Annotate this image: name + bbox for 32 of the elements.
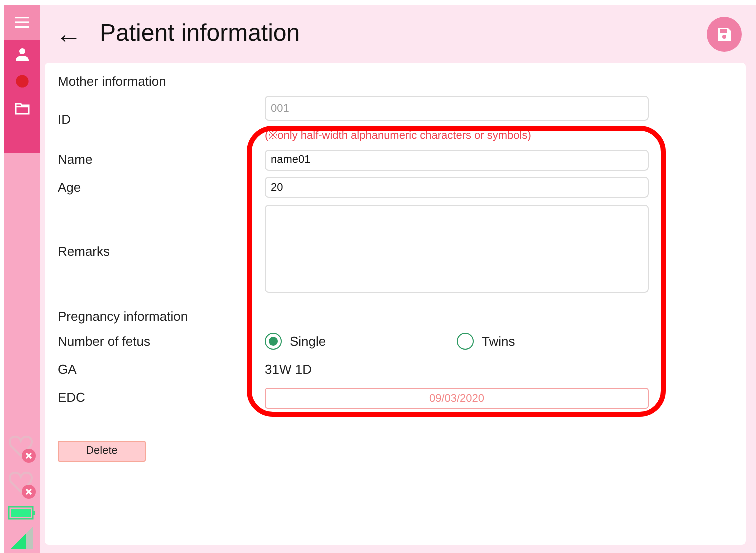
section-heading: Pregnancy information xyxy=(58,308,188,326)
radio-icon[interactable] xyxy=(457,333,474,350)
field-label: ID xyxy=(58,110,72,129)
hint-text: (※only half-width alphanumeric characters or symbols) xyxy=(265,130,532,143)
radio-icon[interactable] xyxy=(265,333,282,350)
field-label: Name xyxy=(58,151,94,169)
heart-error-icon xyxy=(8,470,36,500)
save-button[interactable] xyxy=(707,16,742,52)
field-label: EDC xyxy=(58,389,86,408)
input-field[interactable]: 20 xyxy=(265,177,649,198)
person-icon[interactable] xyxy=(16,48,28,61)
field-label: Number of fetus xyxy=(58,332,152,351)
record-dot-icon[interactable] xyxy=(16,75,28,88)
page-title: Patient information xyxy=(100,19,300,49)
save-icon[interactable] xyxy=(717,26,732,42)
section-heading: Mother information xyxy=(58,73,166,92)
field-label: Remarks xyxy=(58,243,112,261)
field-label: GA xyxy=(58,360,78,379)
menu-icon[interactable] xyxy=(15,17,29,28)
radio-option[interactable]: Twins xyxy=(457,330,649,352)
radio-option[interactable]: Single xyxy=(265,330,457,352)
heart-error-icon xyxy=(8,434,36,464)
folder-icon[interactable] xyxy=(14,102,30,115)
field-label: Age xyxy=(58,178,82,197)
input-field[interactable]: name01 xyxy=(265,150,649,170)
input-field[interactable] xyxy=(265,205,649,293)
battery-icon xyxy=(8,506,36,520)
signal-icon xyxy=(10,526,34,550)
back-button[interactable]: ← xyxy=(56,21,82,47)
delete-button[interactable]: Delete xyxy=(58,440,146,462)
field-value: 31W 1D xyxy=(265,362,312,377)
input-field[interactable]: 001 xyxy=(265,96,649,121)
